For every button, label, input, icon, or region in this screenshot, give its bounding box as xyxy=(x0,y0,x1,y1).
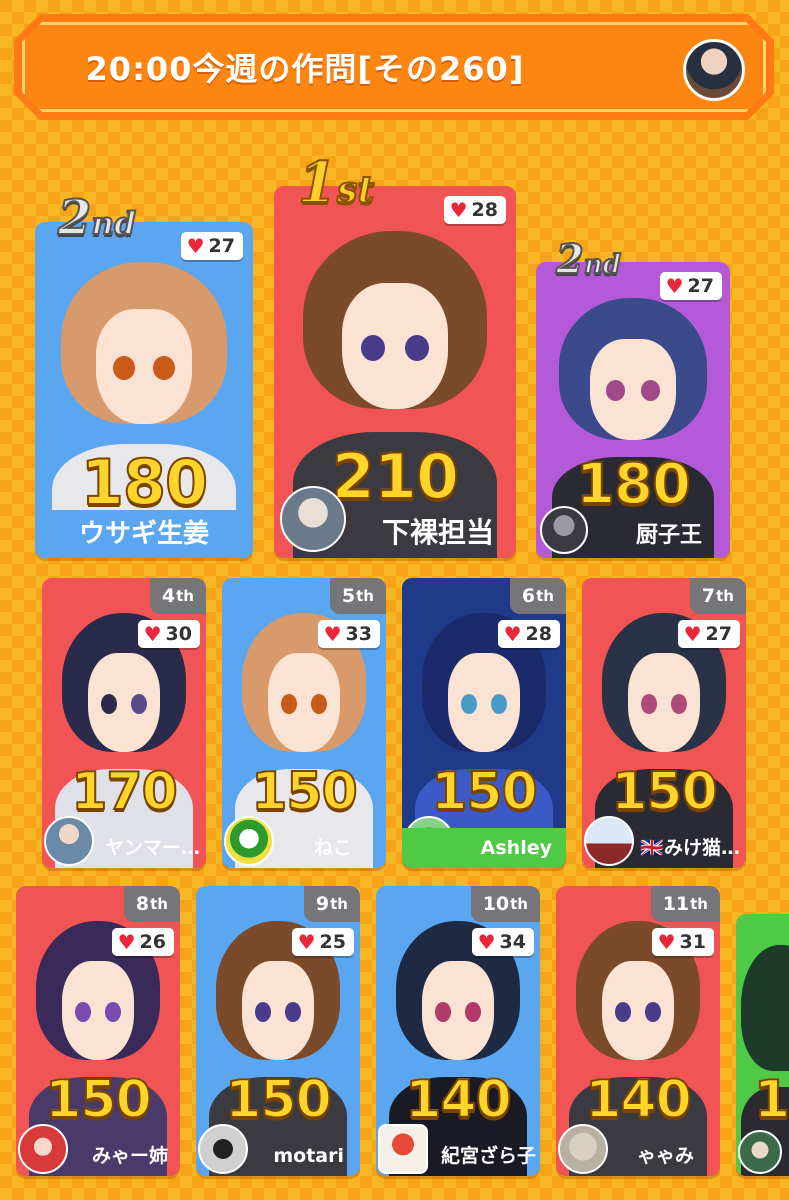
likes-count: 28 xyxy=(525,623,552,645)
score-value: 150 xyxy=(430,761,539,823)
name-bar: 🇬🇧みけ猫… xyxy=(582,828,746,868)
page-title: 20:00今週の作問[その260] xyxy=(85,50,525,88)
score-value: 150 xyxy=(44,1069,153,1131)
ranking-card-5th[interactable]: 5th ♥ 33 150 ねこ xyxy=(222,578,386,868)
ranking-card-10th[interactable]: 10th ♥ 34 140 紀宮ざら子 xyxy=(376,886,540,1176)
ranking-card-top-left[interactable]: ♥ 27 180 ウサギ生姜 xyxy=(35,222,253,558)
likes-count: 27 xyxy=(208,235,235,257)
likes-badge: ♥ 27 xyxy=(180,232,243,260)
player-name: 厨子王 xyxy=(635,523,702,548)
heart-icon: ♥ xyxy=(449,198,468,222)
name-bar: 紀宮ざら子 xyxy=(376,1136,540,1176)
user-avatar-icon[interactable] xyxy=(683,39,745,101)
heart-icon: ♥ xyxy=(297,930,316,954)
likes-count: 34 xyxy=(499,931,526,953)
rank-tab: 9th xyxy=(303,886,360,922)
heart-icon: ♥ xyxy=(143,622,162,646)
rank-tab: 6th xyxy=(509,578,566,614)
ranking-card-6th[interactable]: 6th ♥ 28 150 Ashley xyxy=(402,578,566,868)
ranking-card-4th[interactable]: 4th ♥ 30 170 ヤンマー… xyxy=(42,578,206,868)
player-name: ヤンマー… xyxy=(104,837,200,859)
heart-icon: ♥ xyxy=(503,622,522,646)
likes-count: 33 xyxy=(345,623,372,645)
name-bar: ねこ xyxy=(222,828,386,868)
player-avatar xyxy=(738,1130,782,1174)
heart-icon: ♥ xyxy=(117,930,136,954)
rank-tab: 10th xyxy=(470,886,540,922)
likes-badge: ♥ 26 xyxy=(111,928,174,956)
player-name: 紀宮ざら子 xyxy=(440,1145,536,1167)
ranking-card-partial[interactable]: 1 xyxy=(736,914,789,1176)
likes-count: 27 xyxy=(687,275,714,297)
name-bar: Ashley xyxy=(402,828,566,868)
rank-tab: 8th xyxy=(123,886,180,922)
likes-badge: ♥ 28 xyxy=(497,620,560,648)
name-bar: motari xyxy=(196,1136,360,1176)
rank-tab: 4th xyxy=(149,578,206,614)
name-bar: ヤンマー… xyxy=(42,828,206,868)
score-value: 150 xyxy=(610,761,719,823)
heart-icon: ♥ xyxy=(657,930,676,954)
likes-badge: ♥ 28 xyxy=(443,196,506,224)
score-value: 150 xyxy=(250,761,359,823)
name-bar: 下裸担当 xyxy=(274,508,516,558)
name-bar: みゃー姉 xyxy=(16,1136,180,1176)
player-name: ウサギ生姜 xyxy=(78,519,209,549)
player-name: 下裸担当 xyxy=(381,516,494,549)
player-name: みゃー姉 xyxy=(91,1145,168,1167)
likes-count: 31 xyxy=(679,931,706,953)
name-bar: 厨子王 xyxy=(536,514,730,558)
ranking-card-11th[interactable]: 11th ♥ 31 140 ゃゃみ xyxy=(556,886,720,1176)
likes-count: 28 xyxy=(471,199,498,221)
heart-icon: ♥ xyxy=(665,274,684,298)
likes-badge: ♥ 27 xyxy=(677,620,740,648)
player-name: ねこ xyxy=(313,837,352,859)
ranking-card-8th[interactable]: 8th ♥ 26 150 みゃー姉 xyxy=(16,886,180,1176)
ranking-card-7th[interactable]: 7th ♥ 27 150 🇬🇧みけ猫… xyxy=(582,578,746,868)
likes-count: 30 xyxy=(165,623,192,645)
ranking-card-top-center[interactable]: ♥ 28 210 下裸担当 xyxy=(274,186,516,558)
rank-tab: 7th xyxy=(689,578,746,614)
ranking-card-top-right[interactable]: ♥ 27 180 厨子王 xyxy=(536,262,730,558)
score-value: 1 xyxy=(753,1069,789,1131)
rank-medal-2nd: 2nd xyxy=(555,235,622,284)
name-bar: ゃゃみ xyxy=(556,1136,720,1176)
name-bar: ウサギ生姜 xyxy=(35,510,253,558)
heart-icon: ♥ xyxy=(683,622,702,646)
likes-badge: ♥ 34 xyxy=(471,928,534,956)
player-name: ゃゃみ xyxy=(636,1145,694,1167)
heart-icon: ♥ xyxy=(186,234,205,258)
heart-icon: ♥ xyxy=(323,622,342,646)
ranking-card-9th[interactable]: 9th ♥ 25 150 motari xyxy=(196,886,360,1176)
score-value: 180 xyxy=(80,445,209,520)
rank-medal-2nd: 2nd xyxy=(57,189,137,247)
likes-count: 25 xyxy=(319,931,346,953)
player-name: Ashley xyxy=(480,837,552,859)
rank-tab: 11th xyxy=(650,886,720,922)
likes-count: 26 xyxy=(139,931,166,953)
header-inner: 20:00今週の作問[その260] xyxy=(22,22,766,112)
heart-icon: ♥ xyxy=(477,930,496,954)
likes-badge: ♥ 30 xyxy=(137,620,200,648)
score-value: 170 xyxy=(70,761,179,823)
score-value: 140 xyxy=(404,1069,513,1131)
player-name: motari xyxy=(273,1145,344,1167)
player-name: 🇬🇧みけ猫… xyxy=(640,837,740,859)
rank-medal-1st: 1st xyxy=(297,149,375,217)
likes-badge: ♥ 27 xyxy=(659,272,722,300)
score-value: 150 xyxy=(224,1069,333,1131)
likes-count: 27 xyxy=(705,623,732,645)
score-value: 140 xyxy=(584,1069,693,1131)
header-banner: 20:00今週の作問[その260] xyxy=(14,14,774,120)
likes-badge: ♥ 25 xyxy=(291,928,354,956)
likes-badge: ♥ 31 xyxy=(651,928,714,956)
likes-badge: ♥ 33 xyxy=(317,620,380,648)
rank-tab: 5th xyxy=(329,578,386,614)
